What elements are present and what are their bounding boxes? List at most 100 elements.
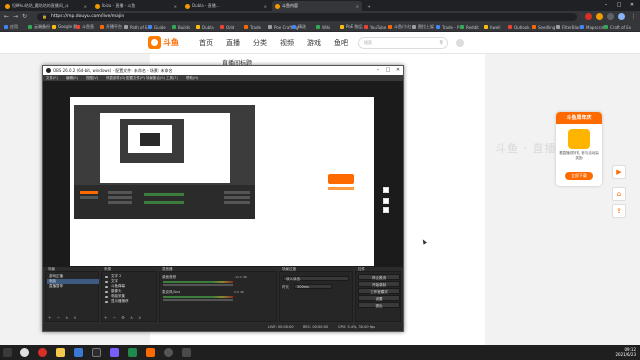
folder-icon[interactable] xyxy=(56,348,65,357)
menu-icon[interactable]: ⋮ xyxy=(630,13,637,20)
stop-streaming-button[interactable]: 停止推流 xyxy=(358,274,400,280)
bookmark-item[interactable]: Seedling xyxy=(532,24,555,30)
bookmark-item[interactable]: 云端备份 xyxy=(28,24,50,30)
bookmark-item[interactable]: Dubla xyxy=(196,24,214,30)
bookmark-item[interactable]: Trade xyxy=(244,24,261,30)
close-icon[interactable]: ✕ xyxy=(356,4,359,9)
nav-category[interactable]: 分类 xyxy=(253,38,267,48)
nav-fishbar[interactable]: 鱼吧 xyxy=(334,38,348,48)
extension-icon[interactable] xyxy=(607,13,614,20)
background-watermark: 斗鱼 · 直播 xyxy=(495,142,557,155)
bookmark-item[interactable]: Builds xyxy=(172,24,190,30)
nav-live[interactable]: 直播 xyxy=(226,38,240,48)
extension-icon[interactable] xyxy=(596,13,603,20)
bookmark-item[interactable]: 斗鱼/小红 xyxy=(388,24,411,30)
new-tab-button[interactable]: + xyxy=(364,1,374,11)
source-label: 文字 xyxy=(111,279,118,283)
download-button[interactable]: 立即下载 xyxy=(565,172,593,180)
eye-icon[interactable] xyxy=(105,290,108,293)
forward-icon[interactable]: → xyxy=(12,13,19,20)
bookmark-item[interactable]: Guide xyxy=(148,24,166,30)
volume-slider[interactable] xyxy=(163,299,233,301)
back-icon[interactable]: ← xyxy=(3,13,10,20)
side-top-button[interactable]: ⇪ xyxy=(612,204,626,218)
start-icon[interactable] xyxy=(3,348,12,357)
bookmark-item[interactable]: Google 翻 xyxy=(52,24,77,30)
maximize-icon[interactable]: □ xyxy=(613,1,625,9)
source-toolbar[interactable]: + − ⚙ ∧ ∨ xyxy=(102,315,143,320)
app-icon[interactable] xyxy=(182,348,191,357)
close-icon[interactable]: ✕ xyxy=(84,4,87,9)
ad-card[interactable]: 斗鱼周年庆 看直播领好礼 参与活动赢奖励 立即下载 xyxy=(556,112,602,186)
douyu-logo[interactable]: 斗鱼 xyxy=(148,35,184,50)
obs-window[interactable]: OBS 26.0.2 (64-bit, windows) - 配置文件: 未命名… xyxy=(42,65,404,332)
bookmark-item[interactable]: Reddit xyxy=(460,24,479,30)
start-recording-button[interactable]: 开始录制 xyxy=(358,281,400,287)
scene-toolbar[interactable]: + − ∧ ∨ xyxy=(46,315,78,320)
eye-icon[interactable] xyxy=(105,285,108,288)
search-input[interactable]: 搜索 ⚲ xyxy=(358,37,448,49)
app-icon[interactable] xyxy=(92,348,101,357)
eye-icon[interactable] xyxy=(105,300,108,303)
eye-icon[interactable] xyxy=(105,295,108,298)
reload-icon[interactable]: ↻ xyxy=(21,13,28,20)
chrome-icon[interactable] xyxy=(20,348,29,357)
profile-avatar[interactable] xyxy=(618,13,625,20)
bookmark-item[interactable]: 图拉上架 xyxy=(412,24,434,30)
settings-button[interactable]: 设置 xyxy=(358,295,400,301)
studio-mode-button[interactable]: 工作室模式 xyxy=(358,288,400,294)
nav-home[interactable]: 首页 xyxy=(199,38,213,48)
nested-control xyxy=(224,191,250,194)
bookmark-item[interactable]: PoE 物品 xyxy=(340,24,363,30)
browser-tab[interactable]: Dubla - 直播... ✕ xyxy=(182,1,270,11)
close-icon[interactable]: ✕ xyxy=(264,4,267,9)
app-icon[interactable] xyxy=(146,348,155,357)
close-icon[interactable]: ✕ xyxy=(174,4,177,9)
duration-input[interactable]: 300ms xyxy=(294,284,332,289)
close-window-icon[interactable]: ✕ xyxy=(626,1,638,9)
scene-item[interactable]: 直播暂停 xyxy=(47,284,99,289)
duration-label: 时长 xyxy=(282,285,289,289)
user-avatar[interactable] xyxy=(456,39,464,47)
bookmark-item[interactable]: Odd xyxy=(220,24,234,30)
bookmark-item[interactable]: Path of Ex xyxy=(124,24,150,30)
search-icon[interactable]: ⚲ xyxy=(439,38,443,48)
extension-icon[interactable] xyxy=(585,13,592,20)
browser-tab[interactable]: 坦畔ku咕咕_魔咕咕的直播间_斗 ✕ xyxy=(2,1,90,11)
bookmark-item[interactable]: Mapscraft xyxy=(580,24,606,30)
source-item[interactable]: 显示器捕获 xyxy=(103,299,157,304)
bookmark-item[interactable]: Craft of Ex xyxy=(604,24,631,30)
bookmark-item[interactable]: 应用 xyxy=(4,24,18,30)
side-home-button[interactable]: ⌂ xyxy=(612,187,626,201)
address-bar[interactable]: 🔒 https://mp.douyu.com/live/majin xyxy=(37,12,577,21)
browser-tab[interactable]: Ibiza - 直播 - 斗鱼 ✕ xyxy=(92,1,180,11)
eye-icon[interactable] xyxy=(105,275,108,278)
bookmark-item[interactable]: Outlook xyxy=(508,24,530,30)
maximize-icon[interactable]: □ xyxy=(383,66,393,75)
browser-tab-active[interactable]: 斗鱼内容 ✕ xyxy=(272,1,362,11)
volume-slider[interactable] xyxy=(163,284,233,286)
bookmark-item[interactable]: hwell xyxy=(484,24,501,30)
system-clock[interactable]: 09:12 2021/6/23 xyxy=(615,347,636,357)
app-icon[interactable] xyxy=(38,348,47,357)
bookmark-item[interactable]: Trade - P xyxy=(436,24,459,30)
bookmark-item[interactable]: 精选 xyxy=(292,24,306,30)
close-icon[interactable]: ✕ xyxy=(393,66,403,75)
bookmark-item[interactable]: YouTube xyxy=(364,24,386,30)
nav-game[interactable]: 游戏 xyxy=(307,38,321,48)
bookmark-item[interactable]: Wiki xyxy=(316,24,330,30)
app-icon[interactable] xyxy=(110,348,119,357)
transition-select[interactable]: 淡入淡出 xyxy=(283,276,349,281)
eye-icon[interactable] xyxy=(105,280,108,283)
exit-button[interactable]: 退出 xyxy=(358,302,400,308)
app-icon[interactable] xyxy=(74,348,83,357)
minimize-icon[interactable]: – xyxy=(600,1,612,9)
minimize-icon[interactable]: – xyxy=(373,66,383,75)
bookmark-item[interactable]: 开播平台 xyxy=(100,24,122,30)
obs-taskbar-icon[interactable] xyxy=(164,348,173,357)
obs-preview[interactable] xyxy=(43,81,403,292)
side-play-button[interactable]: ▶ xyxy=(612,165,626,179)
bookmark-item[interactable]: 斗鱼直 xyxy=(76,24,94,30)
app-icon[interactable] xyxy=(128,348,137,357)
nav-video[interactable]: 视频 xyxy=(280,38,294,48)
